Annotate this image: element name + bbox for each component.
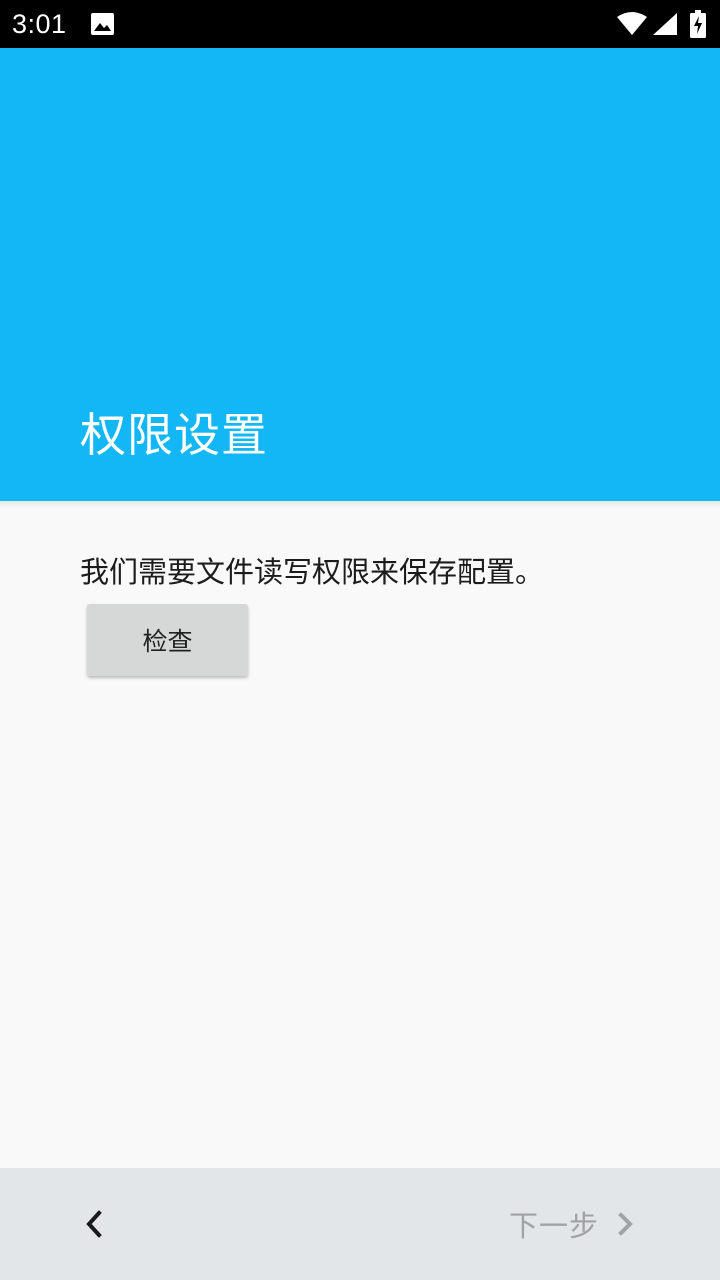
- check-button[interactable]: 检查: [87, 604, 248, 676]
- status-bar: 3:01: [0, 0, 720, 48]
- back-button[interactable]: [66, 1196, 122, 1252]
- status-time: 3:01: [12, 9, 67, 39]
- chevron-left-icon: [86, 1210, 102, 1238]
- page-title: 权限设置: [80, 408, 268, 462]
- battery-charging-icon: [690, 10, 706, 38]
- cellular-signal-icon: [653, 13, 677, 35]
- next-button[interactable]: 下一步: [500, 1196, 650, 1252]
- permission-description: 我们需要文件读写权限来保存配置。: [80, 555, 545, 589]
- image-notification-icon: [91, 13, 114, 35]
- chevron-right-icon: [618, 1212, 633, 1236]
- header-shadow: [0, 501, 720, 509]
- next-button-label: 下一步: [509, 1209, 600, 1243]
- wifi-icon: [617, 12, 647, 35]
